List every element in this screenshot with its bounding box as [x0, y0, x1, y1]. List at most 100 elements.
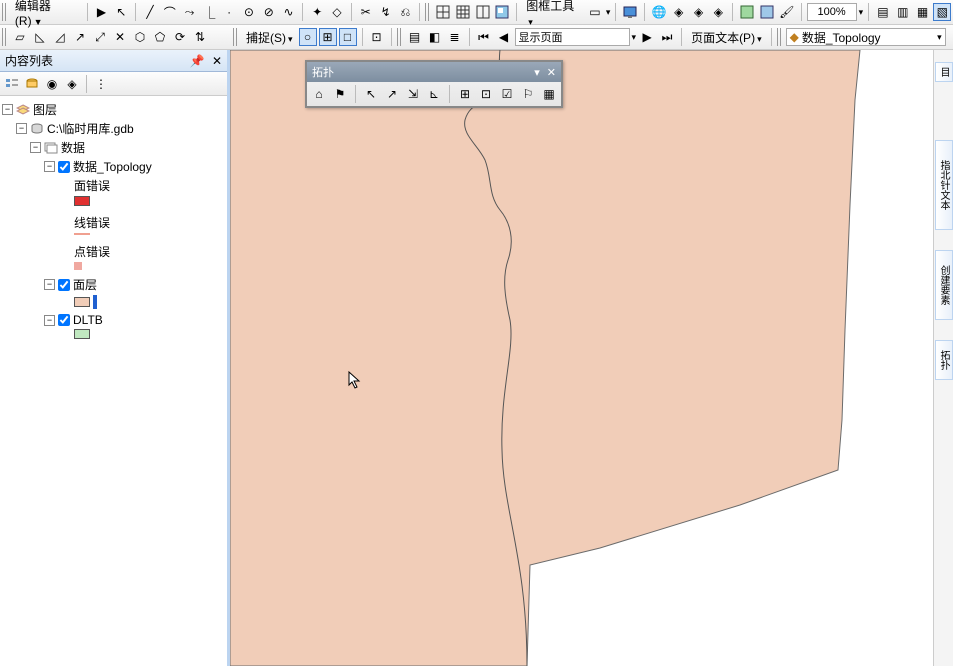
page-text-menu[interactable]: 页面文本(P)▾ — [687, 29, 766, 46]
grip[interactable] — [233, 28, 238, 46]
tool-split[interactable]: ⎌ — [396, 3, 414, 21]
tree-point-error[interactable]: 点错误 — [2, 242, 225, 261]
collapse-icon[interactable]: − — [44, 315, 55, 326]
layer-checkbox[interactable] — [58, 161, 70, 173]
frame-rect-icon[interactable]: ▭ — [586, 3, 604, 21]
tool-midpoint[interactable]: · — [220, 3, 238, 21]
topo-inspector-icon[interactable]: ▦ — [540, 85, 558, 103]
edit-tool-vertex[interactable]: ↖ — [112, 3, 130, 21]
sketch3-icon[interactable]: ◿ — [51, 28, 69, 46]
brush-icon[interactable]: 🖌 — [778, 3, 796, 21]
tree-root[interactable]: − 图层 — [2, 100, 225, 119]
display-icon[interactable] — [621, 3, 639, 21]
snap-circle-icon[interactable]: ○ — [299, 28, 317, 46]
doc4-icon[interactable]: ▧ — [933, 3, 951, 21]
close-icon[interactable]: ✕ — [212, 54, 222, 68]
tool-reshape[interactable]: ↯ — [377, 3, 395, 21]
grid3-icon[interactable] — [474, 3, 492, 21]
globe-icon[interactable]: 🌐 — [650, 3, 668, 21]
tree-area-error[interactable]: 面错误 — [2, 176, 225, 195]
collapse-icon[interactable]: − — [30, 142, 41, 153]
snap-grid-icon[interactable]: ⊞ — [319, 28, 337, 46]
topology-toolbar-header[interactable]: 拓扑 ▾ ✕ — [307, 62, 561, 82]
minimize-icon[interactable]: ▾ — [534, 67, 540, 79]
zoom-input[interactable] — [807, 3, 857, 21]
tool-arc[interactable]: ⌒ — [161, 3, 179, 21]
sketch1-icon[interactable]: ▱ — [11, 28, 29, 46]
snap-square-icon[interactable]: □ — [339, 28, 357, 46]
last-page-icon[interactable]: ⏭ — [658, 28, 676, 46]
prev-page-icon[interactable]: ◀ — [495, 28, 513, 46]
tool-point[interactable]: ✦ — [308, 3, 326, 21]
tree-face-layer[interactable]: − 面层 — [2, 275, 225, 294]
right-tab-0[interactable]: 目 — [935, 62, 953, 82]
frame-tools-menu[interactable]: 图框工具▾ — [522, 0, 584, 28]
sketch7-icon[interactable]: ⬡ — [131, 28, 149, 46]
doc3-icon[interactable]: ▦ — [914, 3, 932, 21]
layer2-icon[interactable]: ◈ — [690, 3, 708, 21]
collapse-icon[interactable]: − — [44, 161, 55, 172]
sketch5-icon[interactable]: ⤢ — [91, 28, 109, 46]
topo-fix2-icon[interactable]: ⊡ — [477, 85, 495, 103]
table-green-icon[interactable] — [738, 3, 756, 21]
grip[interactable] — [777, 28, 782, 46]
snap-menu[interactable]: 捕捉(S)▾ — [242, 29, 297, 46]
tree-line-error[interactable]: 线错误 — [2, 213, 225, 232]
doc1-icon[interactable]: ▤ — [874, 3, 892, 21]
right-tab-3[interactable]: 拓扑 — [935, 340, 953, 380]
tool-endpoint[interactable]: ⊙ — [240, 3, 258, 21]
tree-topology[interactable]: − 数据_Topology — [2, 157, 225, 176]
snap-xy-icon[interactable]: ⊡ — [368, 28, 386, 46]
collapse-icon[interactable]: − — [16, 123, 27, 134]
pin-icon[interactable]: 📌 — [190, 54, 205, 68]
sketch10-icon[interactable]: ⇅ — [191, 28, 209, 46]
layer-checkbox[interactable] — [58, 314, 70, 326]
tool-cut[interactable]: ✂ — [357, 3, 375, 21]
right-tab-1[interactable]: 指北针文本 — [935, 140, 953, 230]
toc-list-by-visibility-icon[interactable]: ◉ — [43, 75, 61, 93]
layout-icon[interactable] — [494, 3, 512, 21]
topo-fix1-icon[interactable]: ⊞ — [456, 85, 474, 103]
page-display-combo[interactable] — [515, 28, 630, 46]
topology-toolbar[interactable]: 拓扑 ▾ ✕ ⌂ ⚑ ↖ ↗ ⇲ ⊾ ⊞ ⊡ ☑ ⚐ ▦ — [305, 60, 563, 108]
tool-line[interactable]: ╱ — [141, 3, 159, 21]
edit-tool-arrow[interactable]: ▶ — [93, 3, 111, 21]
tree-dltb-layer[interactable]: − DLTB — [2, 312, 225, 328]
tool-bezier[interactable]: ∿ — [280, 3, 298, 21]
sketch9-icon[interactable]: ⟳ — [171, 28, 189, 46]
page2-icon[interactable]: ◧ — [426, 28, 444, 46]
topo-edit3-icon[interactable]: ⇲ — [404, 85, 422, 103]
layer-icon[interactable]: ◈ — [670, 3, 688, 21]
page1-icon[interactable]: ▤ — [406, 28, 424, 46]
grid2-icon[interactable] — [454, 3, 472, 21]
sketch6-icon[interactable]: ✕ — [111, 28, 129, 46]
grip[interactable] — [2, 28, 7, 46]
topo-fix4-icon[interactable]: ⚐ — [519, 85, 537, 103]
next-page-icon[interactable]: ▶ — [638, 28, 656, 46]
sketch2-icon[interactable]: ◺ — [31, 28, 49, 46]
topo-home-icon[interactable]: ⌂ — [310, 85, 328, 103]
tree-gdb[interactable]: − C:\临时用库.gdb — [2, 119, 225, 138]
topo-edit2-icon[interactable]: ↗ — [383, 85, 401, 103]
page3-icon[interactable]: ≣ — [446, 28, 464, 46]
editor-menu[interactable]: 编辑器(R)▼ — [11, 0, 82, 28]
map-canvas[interactable]: 拓扑 ▾ ✕ ⌂ ⚑ ↖ ↗ ⇲ ⊾ ⊞ ⊡ ☑ ⚐ ▦ — [230, 50, 953, 666]
topo-edit1-icon[interactable]: ↖ — [362, 85, 380, 103]
tool-trace[interactable]: ⤳ — [181, 3, 199, 21]
sketch4-icon[interactable]: ↗ — [71, 28, 89, 46]
collapse-icon[interactable]: − — [44, 279, 55, 290]
topo-fix3-icon[interactable]: ☑ — [498, 85, 516, 103]
topology-combo[interactable]: ◆ 数据_Topology ▾ — [786, 28, 946, 46]
first-page-icon[interactable]: ⏮ — [475, 28, 493, 46]
toc-list-by-selection-icon[interactable]: ◈ — [63, 75, 81, 93]
topo-edit4-icon[interactable]: ⊾ — [425, 85, 443, 103]
grip[interactable] — [397, 28, 402, 46]
layer3-icon[interactable]: ◈ — [709, 3, 727, 21]
tree-dataset[interactable]: − 数据 — [2, 138, 225, 157]
toc-list-by-source-icon[interactable] — [23, 75, 41, 93]
grip[interactable] — [425, 3, 430, 21]
right-tab-2[interactable]: 创建要素 — [935, 250, 953, 320]
grip[interactable] — [2, 3, 7, 21]
doc2-icon[interactable]: ▥ — [894, 3, 912, 21]
toc-list-by-drawing-icon[interactable] — [3, 75, 21, 93]
